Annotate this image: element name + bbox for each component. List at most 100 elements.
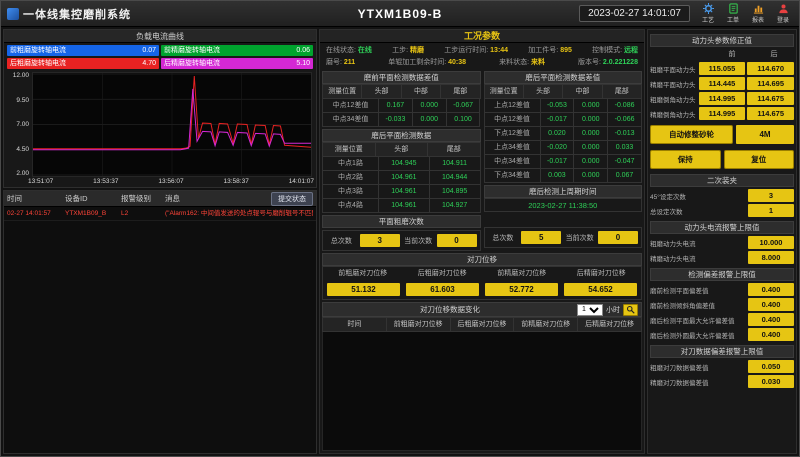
- setting-value-field[interactable]: 0.050: [748, 360, 794, 373]
- front-value-field[interactable]: 114.995: [699, 107, 746, 120]
- status-label: 控制模式:: [592, 47, 622, 54]
- column-header: 头部: [524, 85, 563, 99]
- setting-label: 精磨倒角动力头: [650, 109, 697, 119]
- dress-value: 4M: [736, 125, 794, 144]
- history-zoom-button[interactable]: [623, 304, 638, 316]
- detect-limit-rows: 磨前检测平面偏差值 0.400 磨前检测倾斜角偏差值 0.400 磨后检测平面最…: [650, 281, 794, 343]
- cell-value: 104.895: [430, 185, 481, 199]
- x-axis-labels: 13:51:0713:53:3713:56:0713:58:3714:01:07: [4, 177, 316, 187]
- y-axis-labels: 12.009.507.004.502.00: [6, 72, 32, 177]
- front-value-field[interactable]: 115.055: [699, 62, 746, 75]
- auto-dress-wheel-button[interactable]: 自动修整砂轮: [650, 125, 733, 144]
- status-value: 895: [560, 47, 572, 54]
- back-value-field[interactable]: 114.695: [747, 77, 794, 90]
- setting-value-field[interactable]: 0.400: [748, 328, 794, 341]
- datetime-display: 2023-02-27 14:01:07: [579, 5, 690, 22]
- setting-row: 总设定次数 1: [650, 204, 794, 217]
- reset-button[interactable]: 复位: [724, 150, 795, 169]
- cell-value: 104.961: [379, 199, 430, 213]
- total-count-value[interactable]: 5: [521, 231, 561, 244]
- cell-value: 0.000: [413, 113, 447, 127]
- condition-left-column: 磨前平面检测数据差值 测量位置头部中部尾部 中点12差值 0.167 0.: [322, 69, 481, 251]
- post-diff-table: 测量位置头部中部尾部 上点12差值 -0.053 0.000 -0.086: [484, 84, 643, 183]
- cell-value: 0.067: [608, 169, 642, 183]
- table-row: 中点34差值 -0.017 0.000 -0.047: [485, 155, 643, 169]
- status-value: 2.0.221228: [603, 59, 638, 66]
- setting-value-field[interactable]: 3: [748, 189, 794, 202]
- table-row: 中点12差值 -0.017 0.000 -0.066: [485, 113, 643, 127]
- front-value-field[interactable]: 114.995: [699, 92, 746, 105]
- setting-value-field[interactable]: 8.000: [748, 251, 794, 264]
- post-cycle-title: 磨后检测上周期时间: [484, 185, 643, 198]
- bar-chart-icon: [753, 3, 764, 14]
- setting-label: 磨后检测平面最大允许偏差值: [650, 315, 746, 325]
- total-count-value[interactable]: 3: [360, 234, 400, 247]
- status-label: 工步:: [392, 47, 408, 54]
- x-tick-label: 13:53:37: [93, 178, 118, 185]
- power-head-rows: 粗磨平面动力头 115.055 114.670 精磨平面动力头 114.445 …: [650, 60, 794, 122]
- tool-offset-title: 对刀位移: [322, 253, 642, 266]
- setting-value-field[interactable]: 0.030: [748, 375, 794, 388]
- back-value-field[interactable]: 114.675: [747, 92, 794, 105]
- row-label: 中点2路: [323, 171, 379, 185]
- history-range-select[interactable]: 1: [577, 304, 603, 316]
- y-tick-label: 12.00: [6, 72, 29, 79]
- legend-label: 后粗磨旋转轴电流: [10, 58, 66, 69]
- alarm-row[interactable]: 02-27 14:01:57 YTXM1B09_B L2 ("Alarm162:…: [4, 207, 316, 221]
- alarm-time: 02-27 14:01:57: [7, 209, 65, 218]
- legend-label: 前精磨旋转轴电流: [164, 45, 220, 56]
- setting-label: 粗磨倒角动力头: [650, 94, 697, 104]
- cell-value: -0.067: [447, 99, 481, 113]
- setting-value-field[interactable]: 0.400: [748, 313, 794, 326]
- back-value-field[interactable]: 114.675: [747, 107, 794, 120]
- table-row: 上点34差值 -0.020 0.000 0.033: [485, 141, 643, 155]
- column-header: 后粗磨对刀位移: [451, 318, 515, 332]
- cell-value: -0.020: [541, 141, 575, 155]
- post-data-table: 测量位置头部尾部 中点1路 104.945 104.911: [322, 142, 481, 213]
- status-label: 版本号:: [578, 59, 601, 66]
- row-label: 中点34差值: [485, 155, 541, 169]
- hold-button[interactable]: 保持: [650, 150, 721, 169]
- cell-value: -0.047: [608, 155, 642, 169]
- status-value: 精磨: [410, 47, 424, 54]
- offset-history-table: 时间前粗磨对刀位移后粗磨对刀位移前精磨对刀位移后精磨对刀位移: [322, 317, 642, 332]
- status-value: 在线: [358, 47, 372, 54]
- setting-label: 精磨平面动力头: [650, 79, 697, 89]
- cell-value: 0.000: [574, 127, 608, 141]
- row-label: 中点3路: [323, 185, 379, 199]
- table-body: 中点12差值 0.167 0.000 -0.067 中点34差值 -0.033 …: [323, 99, 481, 127]
- setting-row: 精磨动力头电流 8.000: [650, 251, 794, 264]
- menu-item-login[interactable]: 登录: [773, 3, 793, 24]
- alarm-table-header: 时间设备ID报警级别消息 提交状态: [4, 191, 316, 207]
- legend-label: 前粗磨旋转轴电流: [10, 45, 66, 56]
- setting-row: 磨前检测倾斜角偏差值 0.400: [650, 298, 794, 311]
- menu-item-report[interactable]: 报表: [748, 3, 768, 24]
- document-icon: [728, 3, 739, 14]
- menu-item-process[interactable]: 工艺: [698, 3, 718, 24]
- front-value-field[interactable]: 114.445: [699, 77, 746, 90]
- setting-value-field[interactable]: 1: [748, 204, 794, 217]
- status-item: 工步运行时间: 13:44: [444, 45, 508, 55]
- back-value-field[interactable]: 114.670: [747, 62, 794, 75]
- setting-label: 粗磨对刀数据偏差值: [650, 362, 746, 372]
- submit-status-button[interactable]: 提交状态: [271, 192, 313, 206]
- menu-label: 登录: [777, 15, 789, 24]
- history-range-unit: 小时: [606, 305, 620, 315]
- setting-label: 45°设定次数: [650, 191, 746, 201]
- table-row: 下点34差值 0.003 0.000 0.067: [485, 169, 643, 183]
- current-limit-title: 动力头电流报警上限值: [650, 221, 794, 234]
- cell-value: -0.053: [541, 99, 575, 113]
- table-row: 中点4路 104.961 104.927: [323, 199, 481, 213]
- setting-value-field[interactable]: 0.400: [748, 298, 794, 311]
- app-logo-icon: [7, 8, 19, 20]
- second-clamp-rows: 45°设定次数 3 总设定次数 1: [650, 187, 794, 219]
- row-label: 下点34差值: [485, 169, 541, 183]
- menu-item-workorder[interactable]: 工单: [723, 3, 743, 24]
- column-header: 前精磨对刀位移: [514, 318, 578, 332]
- top-menu: 工艺 工单 报表 登录: [698, 3, 793, 24]
- setting-value-field[interactable]: 10.000: [748, 236, 794, 249]
- setting-value-field[interactable]: 0.400: [748, 283, 794, 296]
- current-count-label: 当前次数: [564, 233, 595, 243]
- tool-offset-values: 51.13261.60352.77254.652: [322, 280, 642, 300]
- row-label: 中点12差值: [485, 113, 541, 127]
